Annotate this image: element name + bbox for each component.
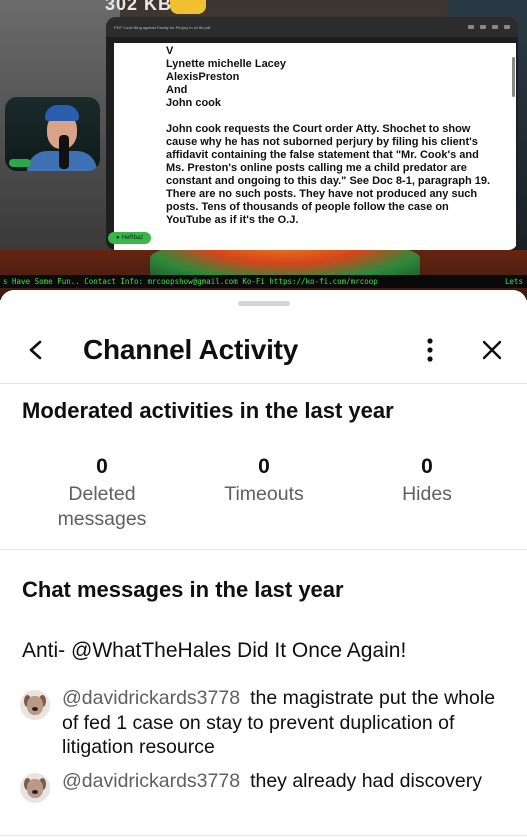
crown-graphic [170, 0, 206, 14]
stat-label: Deleted messages [57, 483, 147, 530]
ticker-text-end: Lets [504, 277, 523, 286]
deleted-messages-stat: 0 Deleted messages [32, 454, 172, 532]
document-line: V [166, 45, 174, 57]
document-paragraph: John cook requests the Court order Atty.… [166, 123, 491, 226]
chat-message-text: they already had discovery [250, 770, 483, 792]
hides-stat: 0 Hides [357, 454, 497, 507]
document-line: Lynette michelle Lacey [166, 58, 287, 70]
avatar-nose [32, 707, 38, 711]
zoom-tool-icon [480, 25, 486, 29]
rotate-tool-icon [492, 25, 498, 29]
stat-value: 0 [421, 455, 433, 478]
document-scrollbar [512, 57, 515, 97]
chat-message-body: @davidrickards3778 the magistrate put the… [62, 686, 515, 760]
document-line: AlexisPreston [166, 71, 240, 83]
page-tool-icon [468, 25, 474, 29]
document-line: And [166, 84, 188, 96]
pill-dot-icon: ● [116, 235, 120, 241]
pill-label: HeRbaz [121, 235, 144, 241]
document-viewer: PDF Cook filing against Family for Perju… [106, 17, 518, 250]
chat-heading: Chat messages in the last year [22, 577, 344, 602]
chat-author[interactable]: @davidrickards3778 [62, 687, 240, 709]
drag-handle[interactable] [238, 301, 290, 306]
ticker-text: s Have Some Fun.. Contact Info: mrcoopsh… [3, 277, 378, 286]
sheet-header: Channel Activity [0, 320, 527, 384]
chat-message: @davidrickards3778 the magistrate put the… [20, 686, 515, 760]
channel-activity-sheet: Channel Activity Moderated activities in… [0, 290, 527, 840]
more-options-button[interactable] [414, 332, 446, 368]
streamer-cap [45, 105, 79, 121]
moderated-heading: Moderated activities in the last year [22, 398, 394, 423]
avatar-face [27, 696, 43, 715]
chat-message-text: Anti- @WhatTheHales Did It Once Again! [22, 639, 407, 662]
video-player[interactable]: 302 KB PDF Cook filing against Family fo… [0, 0, 527, 300]
webcam-badge [9, 159, 31, 167]
document-toolbar: PDF Cook filing against Family for Perju… [106, 17, 518, 37]
overlay-pill: ● HeRbaz [108, 232, 152, 244]
avatar [20, 690, 50, 720]
close-button[interactable] [474, 332, 510, 368]
back-button[interactable] [18, 332, 54, 368]
timeouts-stat: 0 Timeouts [194, 454, 334, 507]
document-page: V Lynette michelle Lacey AlexisPreston A… [114, 43, 516, 250]
avatar-face [27, 779, 43, 798]
chat-message: @davidrickards3778 they already had disco… [20, 769, 515, 803]
sheet-title: Channel Activity [83, 334, 299, 365]
webcam-overlay [5, 97, 100, 171]
header-divider [0, 383, 527, 384]
avatar-nose [32, 790, 38, 794]
section-divider [0, 549, 527, 550]
chevron-left-icon [29, 340, 42, 360]
file-size-label: 302 KB [105, 0, 173, 14]
news-ticker: s Have Some Fun.. Contact Info: mrcoopsh… [0, 275, 527, 288]
document-filename: PDF Cook filing against Family for Perju… [114, 24, 211, 30]
stat-value: 0 [96, 455, 108, 478]
stat-value: 0 [258, 455, 270, 478]
avatar [20, 773, 50, 803]
close-icon [482, 340, 502, 360]
more-vertical-icon [427, 338, 433, 362]
document-line: John cook [166, 97, 222, 109]
chat-author[interactable]: @davidrickards3778 [62, 770, 240, 792]
microphone-icon [59, 135, 69, 169]
stat-label: Timeouts [224, 483, 304, 505]
chat-message-body: @davidrickards3778 they already had disco… [62, 769, 515, 794]
bottom-divider [0, 835, 527, 836]
stat-label: Hides [402, 483, 452, 505]
download-tool-icon [504, 25, 510, 29]
